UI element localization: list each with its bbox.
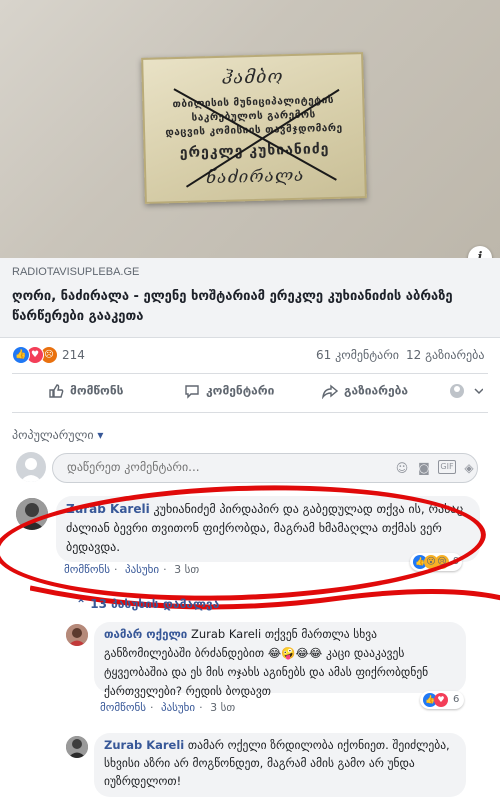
comment-count[interactable]: 61 კომენტარი xyxy=(316,348,399,362)
reactions-summary[interactable]: 👍 ♥ ☹ 214 61 კომენტარი 12 გაზიარება xyxy=(0,344,500,368)
comment-button[interactable]: კომენტარი xyxy=(184,383,274,399)
comment-field[interactable]: ☺ ◙ GIF ◈ xyxy=(52,453,478,483)
comment-author[interactable]: Zurab Kareli xyxy=(104,738,184,752)
sort-label: პოპულარული xyxy=(12,428,94,442)
audience-selector[interactable] xyxy=(449,383,484,403)
divider xyxy=(12,373,488,374)
chevron-up-icon: ⌃ xyxy=(76,597,87,611)
comment-author[interactable]: თამარ ოქელი xyxy=(104,627,187,641)
graffiti-cross xyxy=(173,88,340,188)
love-reaction-icon: ♥ xyxy=(434,693,448,707)
comment-meta: მომწონს · პასუხი · 3 სთ xyxy=(64,563,200,576)
comment-bubble: Zurab Kareli თამარ ოქელი ზრდილობა იქონიე… xyxy=(94,733,466,797)
comment-reactions[interactable]: 👍 ♥ 6 xyxy=(420,691,464,709)
thumbs-up-icon xyxy=(49,384,64,398)
reply-link[interactable]: პასუხი xyxy=(161,701,195,714)
timestamp[interactable]: 3 სთ xyxy=(174,563,199,576)
camera-icon[interactable]: ◙ xyxy=(416,460,432,476)
sticker-icon[interactable]: ◈ xyxy=(461,460,477,476)
reaction-count: 9 xyxy=(453,556,460,567)
comment-author[interactable]: Zurab Kareli xyxy=(66,502,150,516)
comment-meta: მომწონს · პასუხი · 3 სთ xyxy=(100,701,236,714)
person-photo-icon xyxy=(66,736,88,758)
reaction-count: 6 xyxy=(453,694,460,705)
comment-bubble: თამარ ოქელი Zurab Kareli თქვენ მართლა სხ… xyxy=(94,622,466,698)
sad-reaction-icon: 😢 xyxy=(435,555,449,569)
commenter-avatar[interactable] xyxy=(16,498,48,530)
speech-bubble-icon xyxy=(185,385,199,399)
like-button[interactable]: მომწონს xyxy=(48,383,123,399)
like-reaction-icon: 👍 xyxy=(12,346,30,364)
avatar-dropdown-icon xyxy=(450,384,484,398)
share-button[interactable]: გაზიარება xyxy=(321,383,409,400)
reply-link[interactable]: პასუხი xyxy=(125,563,159,576)
link-title[interactable]: ღორი, ნაძირალა - ელენე ხოშტარიამ ერეკლე … xyxy=(12,287,482,327)
commenter-avatar[interactable] xyxy=(66,736,88,758)
reaction-count[interactable]: 214 xyxy=(62,348,85,362)
share-label: გაზიარება xyxy=(344,383,409,398)
comment-label: კომენტარი xyxy=(206,383,275,398)
person-photo-icon xyxy=(66,624,88,646)
commenter-avatar[interactable] xyxy=(66,624,88,646)
comment-sort-dropdown[interactable]: პოპულარული ▾ xyxy=(12,428,103,442)
gif-icon[interactable]: GIF xyxy=(438,460,456,474)
like-label: მომწონს xyxy=(70,383,124,398)
comment-input[interactable] xyxy=(65,459,369,475)
chevron-down-icon: ▾ xyxy=(97,428,104,442)
like-link[interactable]: მომწონს xyxy=(100,701,146,714)
like-link[interactable]: მომწონს xyxy=(64,563,110,576)
timestamp[interactable]: 3 სთ xyxy=(210,701,235,714)
comment-bubble: Zurab Kareli კუხიანიძემ პირდაპირ და გაბე… xyxy=(56,496,480,562)
default-avatar-icon xyxy=(20,458,42,482)
user-avatar xyxy=(16,452,46,482)
person-photo-icon xyxy=(16,498,48,530)
replies-label: 13 პასუხის დამალვა xyxy=(90,597,220,611)
share-arrow-icon xyxy=(321,384,339,400)
comment-reactions[interactable]: 👍 😮 😢 9 xyxy=(410,553,462,571)
emoji-icon[interactable]: ☺ xyxy=(394,460,410,476)
share-count[interactable]: 12 გაზიარება xyxy=(406,348,484,362)
hide-replies-link[interactable]: ⌃ 13 პასუხის დამალვა xyxy=(76,597,219,611)
link-domain: RADIOTAVISUPLEBA.GE xyxy=(12,266,140,278)
nameplate-sign: ჰამბო თბილისის მუნიციპალიტეტის საკრებულო… xyxy=(141,52,367,204)
post-image[interactable]: ჰამბო თბილისის მუნიციპალიტეტის საკრებულო… xyxy=(0,0,500,258)
divider xyxy=(12,412,488,413)
